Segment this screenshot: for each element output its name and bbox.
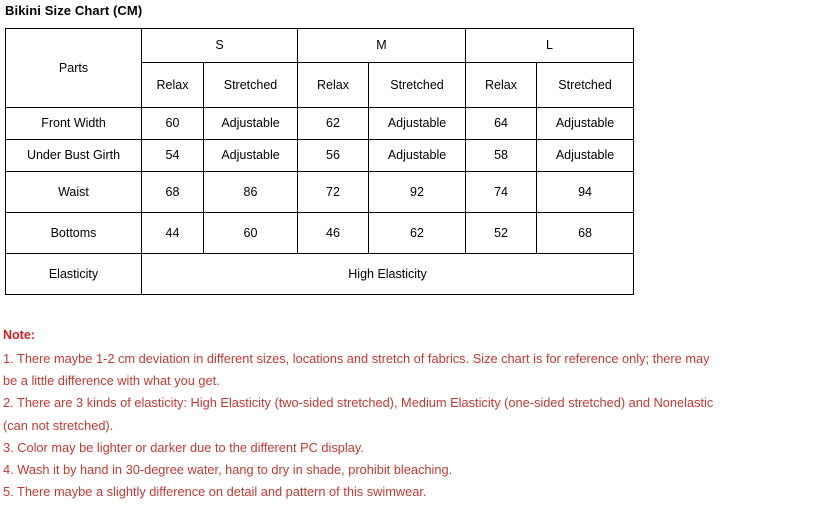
table-row-elasticity: Elasticity High Elasticity (5, 253, 635, 295)
cell-waist-m-stretched: 92 (367, 171, 467, 213)
table-header-size-groups: Parts S M L (5, 27, 635, 108)
header-l-relax: Relax (465, 62, 538, 108)
header-size-l: L (465, 27, 635, 64)
table-row: Under Bust Girth 54 Adjustable 56 Adjust… (5, 139, 635, 172)
header-s-stretched: Stretched (203, 62, 298, 108)
cell-under-bust-girth-l-relax: 58 (465, 139, 538, 172)
row-label-waist: Waist (5, 171, 142, 213)
note-heading: Note: (3, 328, 35, 342)
cell-waist-s-relax: 68 (141, 171, 204, 213)
cell-waist-l-relax: 74 (465, 171, 538, 213)
note-line-7: 5. There maybe a slightly difference on … (3, 484, 427, 500)
row-label-front-width: Front Width (5, 107, 142, 140)
cell-front-width-l-relax: 64 (465, 107, 538, 140)
header-m-stretched: Stretched (367, 62, 467, 108)
cell-bottoms-m-stretched: 62 (367, 212, 467, 254)
size-chart-page: Bikini Size Chart (CM) Parts S M L Relax… (0, 0, 823, 516)
note-line-1: 1. There maybe 1-2 cm deviation in diffe… (3, 351, 710, 366)
table-row: Waist 68 86 72 92 74 94 (5, 171, 635, 213)
cell-elasticity-value: High Elasticity (140, 253, 635, 295)
header-size-m: M (296, 27, 467, 64)
note-line-5: 3. Color may be lighter or darker due to… (3, 439, 364, 455)
row-label-bottoms: Bottoms (5, 212, 142, 254)
cell-front-width-s-relax: 60 (141, 107, 204, 140)
header-m-relax: Relax (297, 62, 369, 108)
cell-front-width-m-relax: 62 (297, 107, 369, 140)
cell-bottoms-l-stretched: 68 (536, 212, 635, 254)
size-table-container: Parts S M L Relax Stretched Relax Stretc… (5, 27, 635, 295)
cell-waist-l-stretched: 94 (536, 171, 635, 213)
cell-front-width-l-stretched: Adjustable (536, 107, 635, 140)
table-row: Bottoms 44 60 46 62 52 68 (5, 212, 635, 254)
table-row: Front Width 60 Adjustable 62 Adjustable … (5, 107, 635, 140)
note-line-4: (can not stretched). (3, 417, 114, 433)
cell-bottoms-s-stretched: 60 (203, 212, 298, 254)
cell-bottoms-s-relax: 44 (141, 212, 204, 254)
header-parts: Parts (5, 28, 142, 108)
row-label-elasticity: Elasticity (5, 253, 142, 295)
size-chart-table: Parts S M L Relax Stretched Relax Stretc… (5, 27, 635, 295)
note-line-3: 2. There are 3 kinds of elasticity: High… (3, 395, 714, 411)
cell-bottoms-l-relax: 52 (465, 212, 538, 254)
header-l-stretched: Stretched (536, 62, 635, 108)
cell-under-bust-girth-m-stretched: Adjustable (367, 139, 467, 172)
cell-front-width-s-stretched: Adjustable (203, 107, 298, 140)
cell-under-bust-girth-l-stretched: Adjustable (536, 139, 635, 172)
cell-waist-m-relax: 72 (297, 171, 369, 213)
note-line-2: be a little difference with what you get… (3, 373, 220, 389)
cell-under-bust-girth-s-stretched: Adjustable (203, 139, 298, 172)
cell-waist-s-stretched: 86 (203, 171, 298, 213)
note-section: Note: 1. There maybe 1-2 cm deviation in… (3, 326, 821, 503)
cell-under-bust-girth-s-relax: 54 (141, 139, 204, 172)
cell-under-bust-girth-m-relax: 56 (297, 139, 369, 172)
header-size-s: S (141, 27, 298, 64)
note-line-6: 4. Wash it by hand in 30-degree water, h… (3, 462, 453, 478)
header-s-relax: Relax (141, 62, 204, 108)
page-title: Bikini Size Chart (CM) (5, 3, 143, 18)
cell-front-width-m-stretched: Adjustable (367, 107, 467, 140)
row-label-under-bust-girth: Under Bust Girth (5, 139, 142, 172)
cell-bottoms-m-relax: 46 (297, 212, 369, 254)
